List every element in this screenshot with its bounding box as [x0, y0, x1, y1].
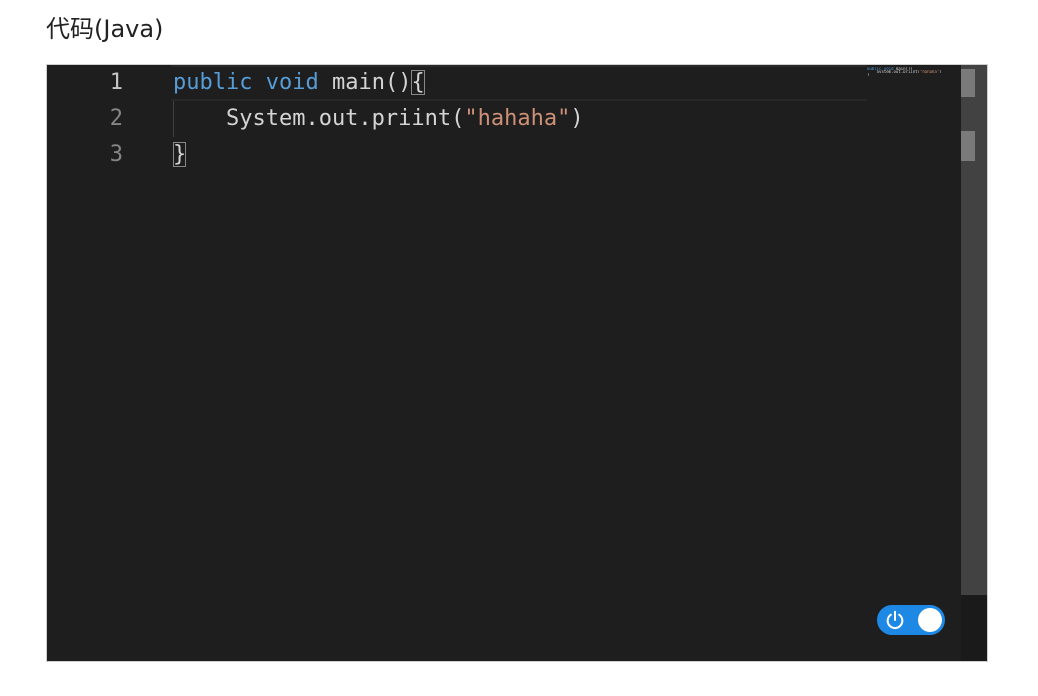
toggle-knob: [918, 608, 942, 632]
minimap-line: }: [867, 73, 869, 76]
string-token: "hahaha": [919, 70, 940, 73]
code-token: ): [939, 70, 942, 73]
scrollbar-position-marker[interactable]: [961, 131, 975, 161]
code-text-area[interactable]: public void main(){ System.out.priint("h…: [171, 65, 867, 661]
line-number: 1: [109, 70, 123, 95]
code-line-2[interactable]: System.out.priint("hahaha"): [173, 101, 584, 137]
vertical-scrollbar[interactable]: [961, 65, 987, 595]
code-line-1[interactable]: public void main(){: [173, 65, 425, 101]
bracket-token: {: [411, 70, 425, 95]
code-token: System.out.priint(: [867, 70, 920, 73]
power-toggle[interactable]: [877, 605, 945, 635]
line-number-gutter: 1 2 3: [47, 65, 171, 661]
code-editor[interactable]: 1 2 3 public void main(){ System.out.pri…: [46, 64, 988, 662]
keyword-token: void: [265, 70, 319, 95]
scrollbar-edge: [987, 65, 988, 661]
bracket-token: }: [173, 142, 187, 167]
keyword-token: public: [173, 70, 253, 95]
minimap[interactable]: public void main(){ System.out.priint("h…: [865, 65, 961, 661]
string-token: "hahaha": [464, 106, 571, 131]
bracket-token: }: [867, 73, 870, 76]
section-title: 代码(Java): [46, 15, 164, 43]
power-icon: [886, 610, 904, 630]
line-number: 3: [109, 142, 123, 167]
code-token: System.out.priint(: [173, 106, 465, 131]
line-number: 2: [109, 106, 123, 131]
code-token: ): [570, 106, 584, 131]
scrollbar-thumb[interactable]: [961, 69, 975, 97]
code-token: main(): [318, 70, 412, 95]
code-line-3[interactable]: }: [173, 137, 187, 173]
minimap-line: System.out.priint("hahaha"): [867, 70, 942, 73]
scrollbar-lower-area: [961, 595, 987, 661]
